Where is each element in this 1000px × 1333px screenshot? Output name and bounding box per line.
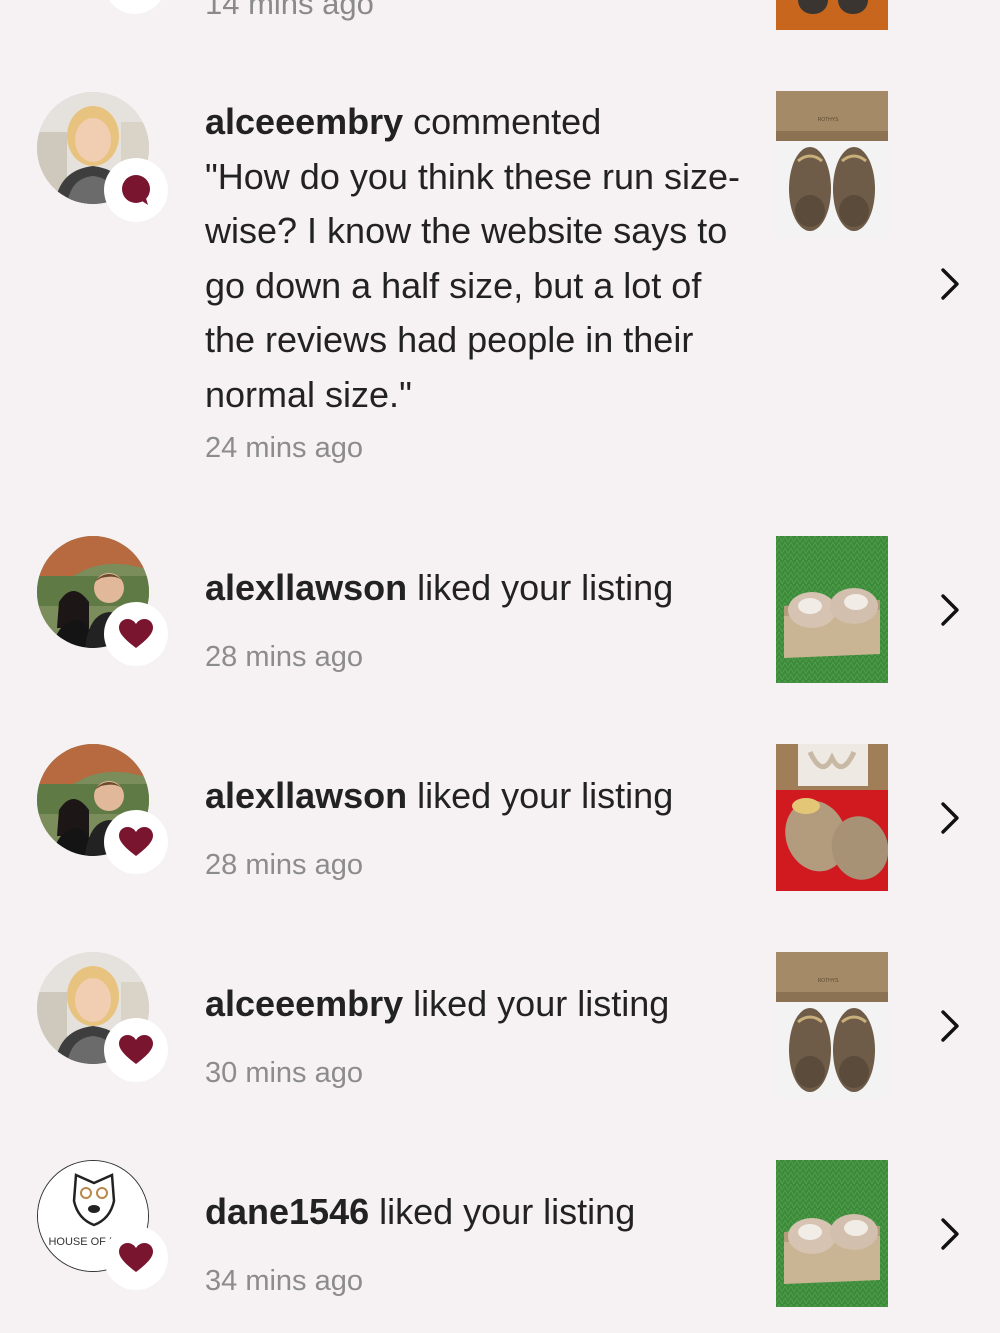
notification-item[interactable]: alexllawson liked your listing 28 mins a… <box>0 535 1000 685</box>
notification-time: 30 mins ago <box>205 1057 363 1089</box>
notification-item[interactable]: HOUSE OF DANE dane1546 liked your listin… <box>0 1159 1000 1309</box>
notification-text: alexllawson liked your listing <box>205 561 750 616</box>
avatar <box>104 0 166 14</box>
username[interactable]: dane1546 <box>205 1191 369 1232</box>
heart-badge <box>104 1018 168 1082</box>
box-label: ROTHYS <box>818 117 840 123</box>
notification-item[interactable]: alceeembry liked your listing 30 mins ag… <box>0 951 1000 1101</box>
heart-icon <box>119 619 153 648</box>
listing-thumbnail[interactable] <box>776 536 888 683</box>
comment-icon <box>122 175 150 205</box>
notification-text: alceeembry commented "How do you think t… <box>205 95 750 422</box>
box-label: ROTHYS <box>818 978 840 984</box>
chevron-right-icon[interactable] <box>934 264 964 304</box>
username[interactable]: alceeembry <box>205 983 403 1024</box>
notification-item[interactable]: alceeembry commented "How do you think t… <box>0 90 1000 480</box>
heart-icon <box>119 1243 153 1272</box>
chevron-right-icon[interactable] <box>934 1006 964 1046</box>
listing-thumbnail[interactable] <box>776 744 888 891</box>
listing-thumbnail[interactable] <box>776 0 888 30</box>
notification-text: dane1546 liked your listing <box>205 1185 750 1240</box>
heart-badge <box>104 810 168 874</box>
listing-thumbnail[interactable] <box>776 1160 888 1307</box>
comment-text: "How do you think these run size-wise? I… <box>205 155 741 415</box>
previous-notification-fragment[interactable]: 14 mins ago <box>0 0 1000 40</box>
notification-action: commented <box>403 101 602 142</box>
heart-badge <box>104 1226 168 1290</box>
heart-icon <box>119 827 153 856</box>
notification-text: alexllawson liked your listing <box>205 769 750 824</box>
notification-time: 34 mins ago <box>205 1265 363 1297</box>
notification-time: 28 mins ago <box>205 849 363 881</box>
notification-text: alceeembry liked your listing <box>205 977 750 1032</box>
notification-time: 28 mins ago <box>205 641 363 673</box>
notification-time: 24 mins ago <box>205 432 363 464</box>
listing-thumbnail[interactable]: ROTHYS <box>776 91 888 238</box>
notification-action: liked your listing <box>403 983 670 1024</box>
chevron-right-icon[interactable] <box>934 1214 964 1254</box>
username[interactable]: alceeembry <box>205 101 403 142</box>
heart-icon <box>119 1035 153 1064</box>
notification-action: liked your listing <box>407 775 674 816</box>
notification-time: 14 mins ago <box>205 0 374 21</box>
listing-thumbnail[interactable]: ROTHYS <box>776 952 888 1099</box>
chevron-right-icon[interactable] <box>934 798 964 838</box>
username[interactable]: alexllawson <box>205 567 407 608</box>
notification-action: liked your listing <box>407 567 674 608</box>
chevron-right-icon[interactable] <box>934 590 964 630</box>
heart-badge <box>104 602 168 666</box>
notification-action: liked your listing <box>369 1191 636 1232</box>
notification-item[interactable]: alexllawson liked your listing 28 mins a… <box>0 743 1000 893</box>
username[interactable]: alexllawson <box>205 775 407 816</box>
comment-badge <box>104 158 168 222</box>
